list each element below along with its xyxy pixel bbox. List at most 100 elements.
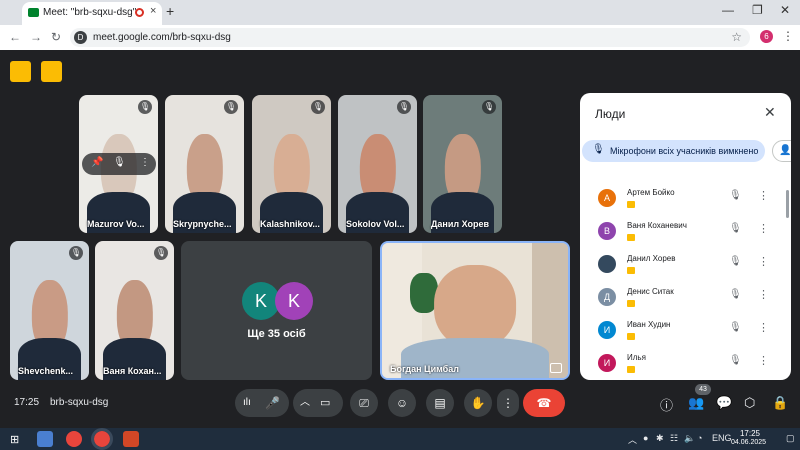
person-row[interactable]: В Ваня Коханевич 🎙 ⋮ [580, 218, 780, 251]
people-panel: Люди ✕ 🎙 Мікрофони всіх учасників вимкне… [580, 93, 791, 380]
host-controls-icon[interactable]: 🔒 [772, 395, 788, 411]
manage-people-chip[interactable]: 👤 [772, 140, 791, 162]
person-more-icon[interactable]: ⋮ [758, 189, 769, 202]
mic-off-icon: 🎙 [224, 100, 238, 114]
chat-icon[interactable]: 💬 [716, 395, 732, 411]
participant-tile[interactable]: 🎙 Ваня Кохан... [95, 241, 174, 380]
pin-icon[interactable]: 📌 [91, 157, 103, 168]
role-badge-icon [627, 300, 635, 307]
participant-tile[interactable]: 🎙 Shevchenk... [10, 241, 89, 380]
present-button[interactable]: ⎚ [350, 389, 378, 417]
chrome-app-icon[interactable] [66, 431, 82, 447]
participant-tile[interactable]: 🎙 Skrypnyche... [165, 95, 244, 233]
back-button[interactable]: ← [9, 30, 21, 44]
recording-indicator-icon [135, 8, 144, 17]
people-icon[interactable]: 👥 [688, 395, 704, 411]
close-window-button[interactable]: ✕ [780, 3, 790, 17]
chevron-up-icon[interactable]: ︿ [300, 389, 310, 417]
minimize-button[interactable]: — [722, 3, 734, 17]
tray-chevron-icon[interactable]: ︿ [628, 433, 637, 446]
captions-icon: ▤ [434, 396, 446, 410]
mute-all-chip[interactable]: 🎙 Мікрофони всіх учасників вимкнено [582, 140, 765, 162]
tab-title: Meet: "brb-sqxu-dsg" [43, 7, 137, 18]
person-name: Денис Ситак [627, 287, 674, 296]
person-more-icon[interactable]: ⋮ [758, 288, 769, 301]
bluetooth-icon[interactable]: ✱ [656, 433, 664, 444]
pip-icon[interactable] [550, 363, 562, 373]
meet-favicon-icon [28, 8, 39, 17]
browser-tab-strip: Meet: "brb-sqxu-dsg" × + — ❐ ✕ [0, 0, 800, 25]
door-exit-icon[interactable] [41, 61, 62, 82]
more-participants-tile[interactable]: K K Ще 35 осіб [181, 241, 372, 380]
panel-scrollbar[interactable] [786, 190, 789, 218]
forward-button[interactable]: → [30, 30, 42, 44]
clock-time[interactable]: 17:25 [738, 429, 762, 438]
mic-off-icon[interactable]: 🎙 [729, 355, 742, 366]
raise-hand-button[interactable]: ✋ [464, 389, 492, 417]
tab-close-button[interactable]: × [150, 5, 156, 17]
role-badge-icon [627, 366, 635, 373]
mic-off-icon[interactable]: 🎙 [729, 256, 742, 267]
participant-name: Shevchenk... [18, 366, 74, 376]
person-more-icon[interactable]: ⋮ [758, 354, 769, 367]
windows-start-icon[interactable]: ⊞ [10, 433, 19, 446]
wifi-icon[interactable]: ◔ [697, 433, 702, 443]
person-row[interactable]: Д Денис Ситак 🎙 ⋮ [580, 284, 780, 317]
person-more-icon[interactable]: ⋮ [758, 222, 769, 235]
powerpoint-app-icon[interactable] [123, 431, 139, 447]
mute-participant-icon[interactable]: 🎙 [113, 157, 126, 168]
reload-button[interactable]: ↻ [51, 30, 61, 44]
mic-off-icon: 🎙 [311, 100, 325, 114]
participant-tile[interactable]: 🎙 Mazurov Vo... 📌 🎙 ⋮ [79, 95, 158, 233]
hang-up-icon: ☎ [536, 396, 552, 410]
participant-tile[interactable]: 🎙 Sokolov Vol... [338, 95, 417, 233]
mic-off-icon: 🎙 [397, 100, 411, 114]
person-row[interactable]: И Илья 🎙 ⋮ [580, 350, 780, 380]
activities-icon[interactable]: ⬡ [744, 395, 755, 411]
browser-menu-icon[interactable]: ⋮ [782, 29, 794, 43]
network-icon[interactable]: ☷ [670, 433, 678, 444]
person-more-icon[interactable]: ⋮ [758, 255, 769, 268]
more-options-button[interactable]: ⋮ [497, 389, 519, 417]
participant-tile[interactable]: 🎙 Данил Хорев [423, 95, 502, 233]
self-video-tile[interactable]: Богдан Цимбал [380, 241, 570, 380]
info-icon[interactable]: ⓘ [660, 395, 673, 414]
microphone-icon[interactable]: 🎤 [265, 389, 280, 417]
browser-tab[interactable]: Meet: "brb-sqxu-dsg" × [22, 2, 162, 25]
maximize-button[interactable]: ❐ [752, 3, 763, 17]
volume-icon[interactable]: 🔈 [684, 433, 695, 444]
mic-off-icon[interactable]: 🎙 [729, 322, 742, 333]
mic-off-icon[interactable]: 🎙 [729, 223, 742, 234]
meeting-time: 17:25 [14, 397, 40, 408]
reactions-button[interactable]: ☺ [388, 389, 416, 417]
teams-app-icon[interactable] [37, 431, 53, 447]
captions-button[interactable]: ▤ [426, 389, 454, 417]
taskbar: ⊞ ︿ ● ✱ ☷ 🔈 ◔ ENG 17:25 04.06.2025 ▢ [0, 428, 800, 450]
notification-icon[interactable]: ▢ [786, 433, 795, 444]
panel-title: Люди [595, 107, 626, 121]
keyboard-language[interactable]: ENG [712, 433, 732, 443]
hand-icon: ✋ [470, 396, 486, 410]
person-row[interactable]: И Иван Худин 🎙 ⋮ [580, 317, 780, 350]
camera-icon[interactable]: ▭ [320, 389, 330, 417]
person-row[interactable]: Данил Хорев 🎙 ⋮ [580, 251, 780, 284]
end-call-button[interactable]: ☎ [523, 389, 565, 417]
tile-more-icon[interactable]: ⋮ [140, 157, 150, 168]
bookmark-star-icon[interactable]: ☆ [731, 30, 742, 44]
new-tab-button[interactable]: + [166, 3, 174, 19]
url-bar[interactable]: D meet.google.com/brb-sqxu-dsg ☆ [70, 28, 750, 47]
person-more-icon[interactable]: ⋮ [758, 321, 769, 334]
role-badge-icon [627, 267, 635, 274]
mic-off-icon: 🎙 [154, 246, 168, 260]
chrome-active-icon[interactable] [91, 428, 113, 450]
person-row[interactable]: А Артем Бойко 🎙 ⋮ [580, 185, 780, 218]
participant-tile[interactable]: 🎙 Kalashnikov... [252, 95, 331, 233]
site-info-icon[interactable]: D [74, 31, 87, 44]
panel-close-button[interactable]: ✕ [764, 104, 776, 121]
clock-date[interactable]: 04.06.2025 [731, 439, 766, 446]
mic-off-icon[interactable]: 🎙 [729, 289, 742, 300]
profile-avatar[interactable]: 6 [760, 30, 773, 43]
mic-off-icon[interactable]: 🎙 [729, 190, 742, 201]
tray-app-icon[interactable]: ● [643, 433, 648, 443]
camera-off-icon[interactable] [10, 61, 31, 82]
